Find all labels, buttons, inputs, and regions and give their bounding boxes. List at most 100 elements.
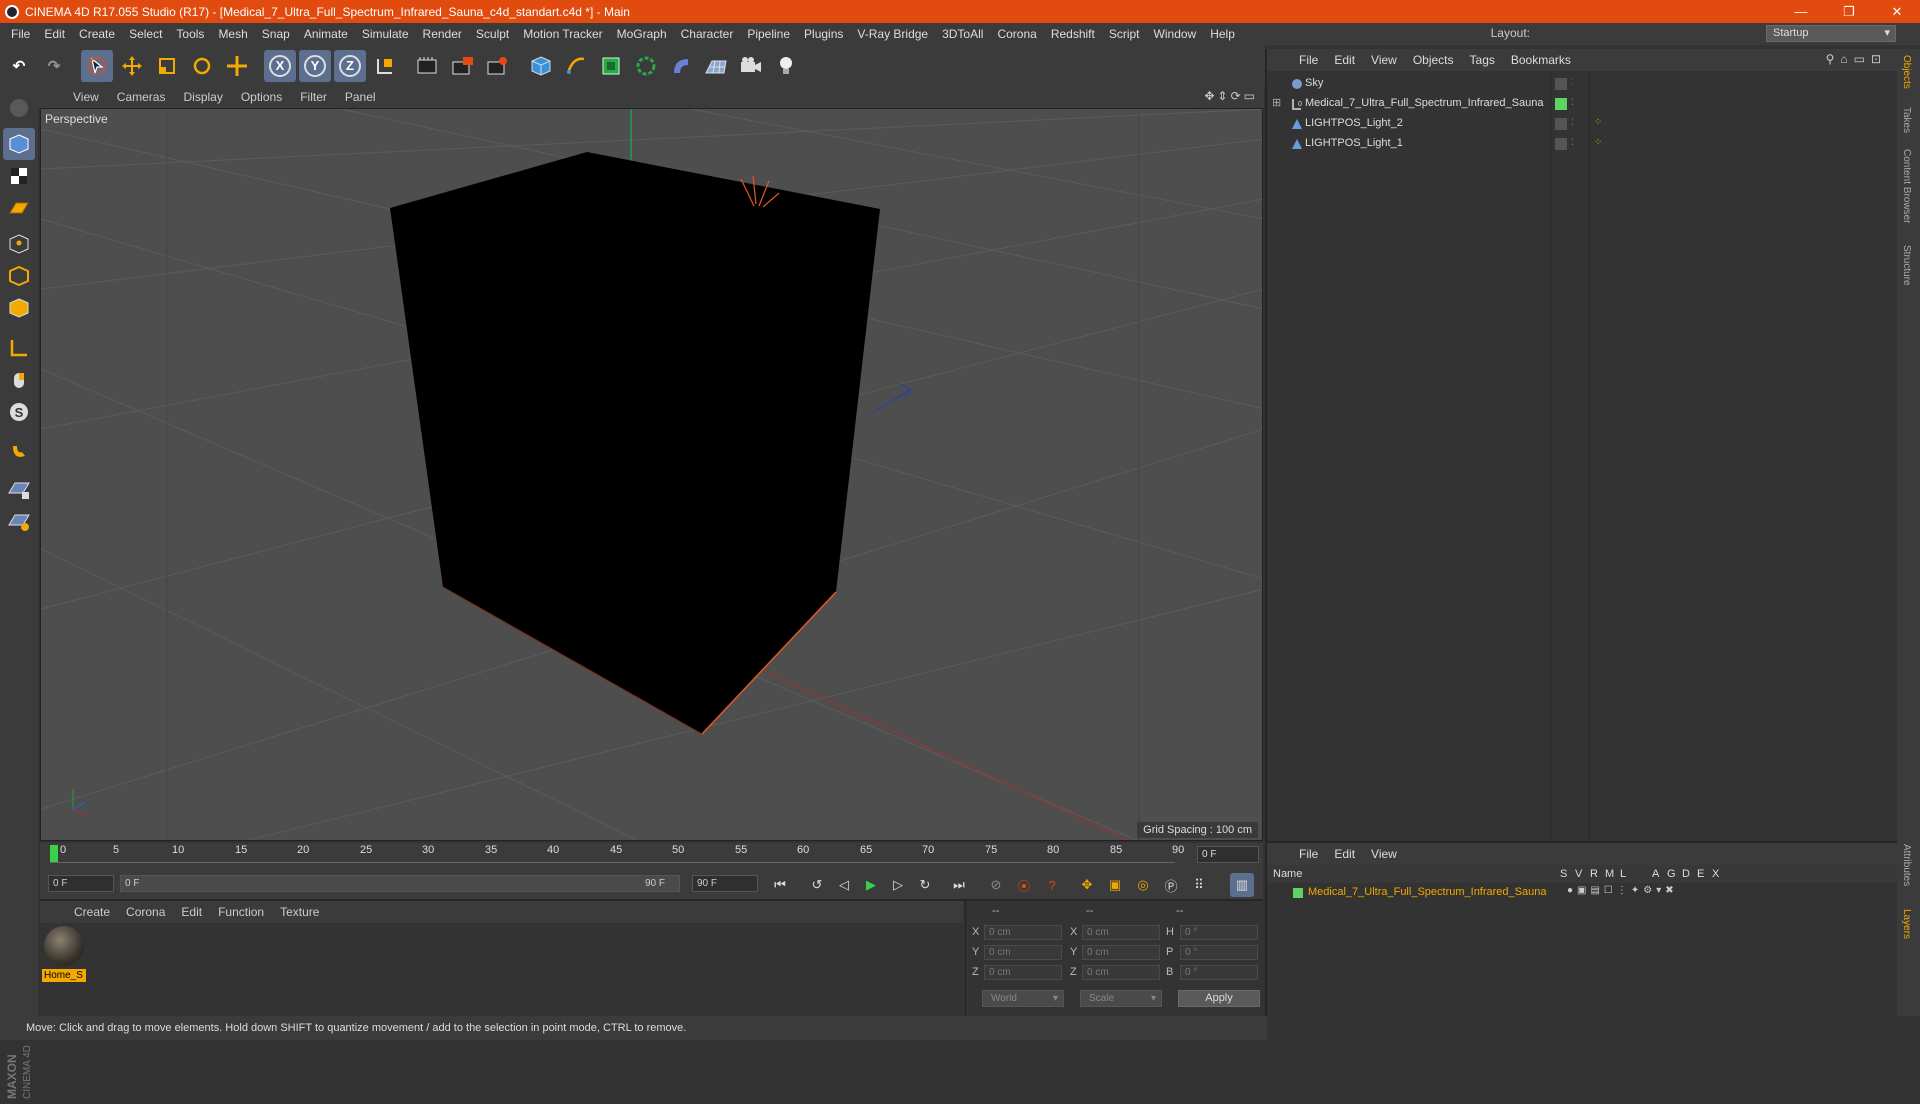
start-frame-field[interactable]: 0 F [48,875,114,892]
light-bulb-icon[interactable] [770,50,802,82]
layer-col-render[interactable]: R [1590,868,1598,880]
x-axis-lock-icon[interactable]: X [264,49,296,82]
position-key-icon[interactable]: ✥ [1075,873,1099,897]
snapping-icon[interactable] [3,436,35,468]
objects-menu-view[interactable]: View [1363,53,1405,67]
tweak-mode-icon[interactable] [3,364,35,396]
viewport-menu-options[interactable]: Options [232,90,291,104]
layer-col-animation[interactable]: A [1652,868,1659,880]
menu-sculpt[interactable]: Sculpt [469,27,516,41]
material-menu-function[interactable]: Function [210,905,272,919]
size-y-field[interactable]: 0 cm [1082,945,1160,960]
go-to-start-icon[interactable]: ⏮ [768,873,792,897]
menu-redshift[interactable]: Redshift [1044,27,1102,41]
material-name[interactable]: Home_S [42,969,86,982]
visibility-dots-icon[interactable]: ⁚ [1571,137,1574,148]
menu-pipeline[interactable]: Pipeline [740,27,797,41]
editor-render-toggle[interactable] [1555,118,1567,130]
object-manager-tools[interactable]: ⚲⌂▭⊡ [1826,52,1887,66]
menu-help[interactable]: Help [1203,27,1242,41]
transform-tool-icon[interactable] [221,50,253,82]
polygons-mode-icon[interactable] [3,292,35,324]
sauna-model[interactable] [390,152,880,734]
visibility-dots-icon[interactable]: ⁚ [1571,97,1574,108]
timeline-window-icon[interactable]: ▥ [1230,873,1254,897]
coordinate-system-icon[interactable] [369,50,401,82]
subdivision-surface-icon[interactable] [595,50,627,82]
model-mode-icon[interactable] [3,128,35,160]
scale-tool-icon[interactable] [151,50,183,82]
menu-mesh[interactable]: Mesh [211,27,254,41]
layer-list[interactable]: Medical_7_Ultra_Full_Spectrum_Infrared_S… [1267,883,1897,1016]
material-menu-texture[interactable]: Texture [272,905,327,919]
object-manager-list[interactable]: Sky ⁚ ⊞ 0 Medical_7_Ultra_Full_Spectrum_… [1267,71,1897,841]
deformer-icon[interactable] [665,50,697,82]
viewport-scene[interactable] [41,109,1263,841]
tab-takes[interactable]: Takes [1901,107,1912,133]
menu-window[interactable]: Window [1147,27,1204,41]
objects-menu-tags[interactable]: Tags [1462,53,1503,67]
tab-structure[interactable]: Structure [1901,245,1912,286]
position-z-field[interactable]: 0 cm [984,965,1062,980]
rotate-tool-icon[interactable] [186,50,218,82]
object-row-sky[interactable]: Sky ⁚ [1267,74,1897,94]
perspective-viewport[interactable]: Perspective Grid Spacing : 100 cm [40,108,1263,841]
viewport-menu-panel[interactable]: Panel [336,90,385,104]
size-z-field[interactable]: 0 cm [1082,965,1160,980]
layers-menu-view[interactable]: View [1363,847,1405,861]
layer-col-generators[interactable]: G [1667,868,1676,880]
layer-color-swatch[interactable] [1293,888,1303,898]
autokeying-icon[interactable]: ⦿ [1012,873,1036,897]
go-to-end-icon[interactable]: ⏭ [947,873,971,897]
parameter-key-icon[interactable]: Ⓟ [1159,873,1183,897]
menu-animate[interactable]: Animate [297,27,355,41]
material-manager[interactable]: Home_S [40,923,963,1016]
make-editable-icon[interactable] [3,92,35,124]
move-tool-icon[interactable] [116,50,148,82]
minimize-button[interactable]: — [1780,0,1822,23]
points-mode-icon[interactable] [3,228,35,260]
tab-attributes[interactable]: Attributes [1901,844,1912,886]
cube-primitive-icon[interactable] [525,50,557,82]
editor-render-toggle[interactable] [1555,78,1567,90]
object-name[interactable]: LIGHTPOS_Light_1 [1305,137,1403,149]
axis-mode-icon[interactable] [3,332,35,364]
layers-menu-edit[interactable]: Edit [1326,847,1363,861]
previous-key-icon[interactable]: ↺ [805,873,829,897]
cloner-icon[interactable] [630,50,662,82]
viewport-navigation-icons[interactable]: ✥⇕⟳▭ [1204,89,1258,103]
point-level-key-icon[interactable]: ⠿ [1187,873,1211,897]
menu-snap[interactable]: Snap [255,27,297,41]
close-button[interactable]: ✕ [1876,0,1918,23]
layer-col-expressions[interactable]: E [1697,868,1704,880]
object-name[interactable]: Medical_7_Ultra_Full_Spectrum_Infrared_S… [1305,97,1543,109]
render-view-icon[interactable] [412,50,444,82]
menu-file[interactable]: File [4,27,37,41]
menu-motion-tracker[interactable]: Motion Tracker [516,27,609,41]
render-picture-viewer-icon[interactable] [447,50,479,82]
layer-col-xrefs[interactable]: X [1712,868,1719,880]
tab-objects[interactable]: Objects [1901,55,1912,89]
objects-menu-objects[interactable]: Objects [1405,53,1462,67]
rotation-key-icon[interactable]: ◎ [1131,873,1155,897]
workplane-axis-icon[interactable] [3,506,35,538]
play-icon[interactable]: ▶ [859,873,883,897]
viewport-menu-cameras[interactable]: Cameras [108,90,175,104]
scale-key-icon[interactable]: ▣ [1103,873,1127,897]
position-x-field[interactable]: 0 cm [984,925,1062,940]
playhead-marker[interactable] [50,845,58,862]
tab-layers[interactable]: Layers [1901,909,1912,939]
floor-icon[interactable] [700,50,732,82]
menu-script[interactable]: Script [1102,27,1147,41]
menu-3dtoall[interactable]: 3DToAll [935,27,990,41]
menu-render[interactable]: Render [416,27,469,41]
position-y-field[interactable]: 0 cm [984,945,1062,960]
apply-button[interactable]: Apply [1178,990,1260,1007]
menu-edit[interactable]: Edit [37,27,72,41]
layer-color-swatch[interactable] [1555,98,1567,110]
layers-menu-file[interactable]: File [1291,847,1326,861]
objects-menu-bookmarks[interactable]: Bookmarks [1503,53,1579,67]
undo-icon[interactable]: ↶ [3,50,35,82]
redo-icon[interactable]: ↷ [38,50,70,82]
menu-tools[interactable]: Tools [169,27,211,41]
